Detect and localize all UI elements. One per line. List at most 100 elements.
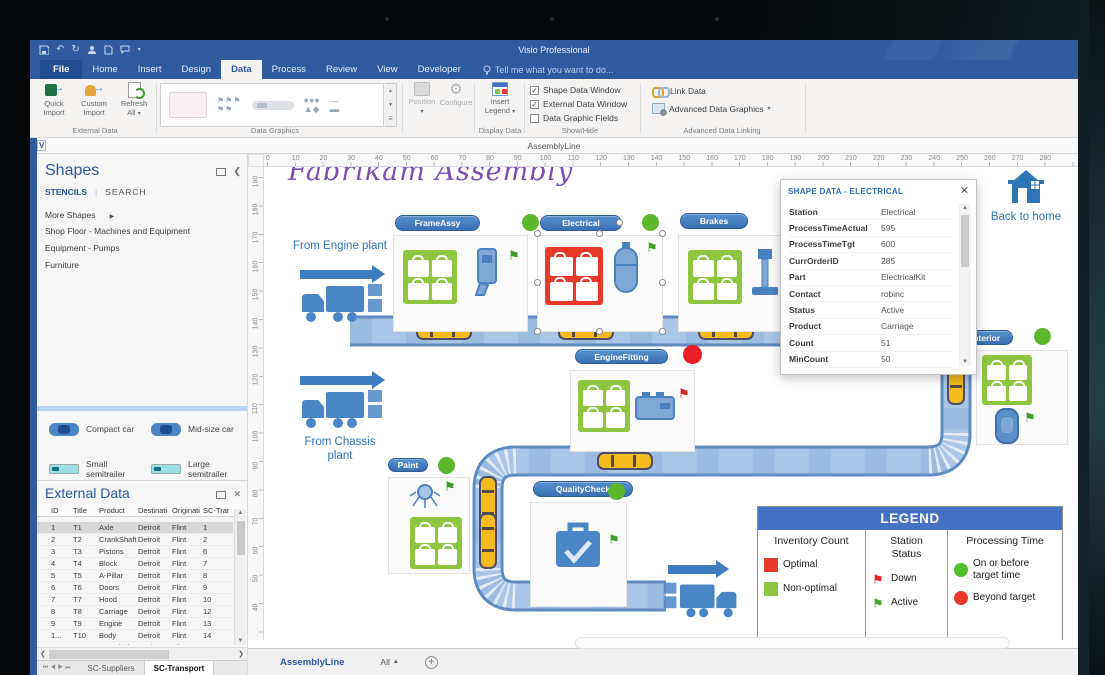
selection-handle[interactable] [534, 328, 541, 335]
electrical-flag-icon[interactable]: ⚑ [646, 241, 658, 254]
selection-handle[interactable] [534, 230, 541, 237]
page-tab-assemblyline[interactable]: AssemblyLine [280, 657, 344, 668]
shape-data-row[interactable]: Count 51 [789, 335, 952, 351]
paint-machine-icon[interactable] [410, 482, 440, 510]
checkbox[interactable] [530, 114, 539, 123]
station-brakes-label[interactable]: Brakes [680, 213, 748, 229]
inventory-enginefitting[interactable] [578, 380, 630, 432]
selection-handle[interactable] [534, 279, 541, 286]
shape-data-row[interactable]: MinCount 50 [789, 352, 952, 368]
inventory-interior[interactable] [982, 355, 1032, 405]
enginefitting-flag-icon[interactable]: ⚑ [678, 387, 690, 400]
dock-panel-icon[interactable] [216, 168, 226, 176]
close-panel-icon[interactable]: ✕ [233, 489, 241, 500]
dock-panel-icon[interactable] [216, 491, 226, 499]
sheet-tab[interactable]: SC-Transport [144, 661, 215, 675]
sheet-nav-buttons[interactable]: ⏮◀▶⏭ [37, 665, 79, 672]
tab-stencils[interactable]: STENCILS [45, 187, 87, 197]
inventory-frameassy[interactable] [403, 250, 457, 304]
selection-handle[interactable] [596, 328, 603, 335]
station-paint-label[interactable]: Paint [388, 458, 428, 472]
back-to-home-button[interactable]: Back to home [976, 167, 1076, 223]
chassis-truck-icon[interactable] [298, 386, 386, 432]
external-data-row[interactable]: 9 T9 Engine Detroit Flint 13 [37, 618, 233, 630]
engine-flow-arrow[interactable] [300, 270, 372, 279]
sheet-tab[interactable]: SC-Suppliers [79, 661, 144, 675]
external-data-row[interactable]: 1... T10 Body Detroit Flint 14 [37, 630, 233, 642]
column-header[interactable]: Destinati [138, 506, 172, 515]
data-graphic-style-bar[interactable] [252, 101, 294, 110]
add-page-icon[interactable]: + [425, 656, 438, 669]
ribbon-tab[interactable]: Review [316, 60, 367, 79]
status-dot-qualitycheck[interactable] [608, 483, 625, 500]
scroll-up-icon[interactable]: ▲ [235, 510, 246, 516]
conveyor-car[interactable] [479, 513, 497, 569]
data-graphics-gallery[interactable]: ⚑⚑⚑⚑⚑ ●●●▲◆ —▬ [160, 83, 384, 127]
shape-data-row[interactable]: Station Electrical [789, 204, 952, 220]
qualitycheck-briefcase-icon[interactable] [552, 519, 604, 571]
chassis-flow-arrow[interactable] [300, 376, 372, 385]
paint-flag-icon[interactable]: ⚑ [444, 480, 456, 493]
column-header[interactable]: Product [99, 506, 138, 515]
link-data-button[interactable]: Link Data [652, 86, 706, 96]
frameassy-machine-icon[interactable] [470, 247, 504, 299]
tell-me-box[interactable]: Tell me what you want to do... [471, 60, 614, 79]
selection-handle[interactable] [596, 230, 603, 237]
gallery-scroll-buttons[interactable]: ▲▼☰ [385, 83, 397, 127]
ribbon-tab[interactable]: Developer [408, 60, 471, 79]
stencil-entry[interactable]: Equipment - Pumps [37, 238, 247, 255]
column-header[interactable]: Title [73, 506, 99, 515]
tab-search[interactable]: SEARCH [105, 187, 146, 197]
shape-data-popup[interactable]: SHAPE DATA - ELECTRICAL ✕ Station Electr… [780, 179, 977, 375]
checkbox[interactable] [530, 86, 539, 95]
outbound-arrow[interactable] [668, 565, 716, 574]
selection-handle[interactable] [659, 279, 666, 286]
external-data-row[interactable]: 1... T11 Camshaft Market Flint 15 [37, 642, 233, 645]
station-enginefitting-label[interactable]: EngineFitting [575, 349, 668, 364]
external-data-row[interactable]: 6 T6 Doors Detroit Flint 9 [37, 582, 233, 594]
ribbon-tab[interactable]: Insert [128, 60, 172, 79]
scroll-down-icon[interactable]: ▼ [959, 359, 971, 365]
shape-data-scrollbar[interactable]: ▲ ▼ [959, 204, 971, 366]
data-graphic-style-blank[interactable] [169, 92, 207, 118]
legend-shape[interactable]: LEGEND Inventory Count Optimal Non-optim… [757, 506, 1063, 640]
external-data-row[interactable]: 2 T2 CrankShaft Detroit Flint 2 [37, 534, 233, 546]
shape-data-row[interactable]: Status Active [789, 302, 952, 318]
electrical-machine-icon[interactable] [608, 241, 644, 299]
page-filter-all[interactable]: All▲ [380, 657, 398, 667]
stencil-shape[interactable]: Mid-size car [143, 416, 245, 442]
inventory-electrical[interactable] [545, 247, 603, 305]
selected-stencil-highlight[interactable] [37, 406, 247, 411]
inventory-paint[interactable] [410, 517, 462, 569]
ribbon-tab[interactable]: File [40, 60, 82, 79]
engine-truck-icon[interactable] [298, 280, 386, 326]
ribbon-tab[interactable]: Home [82, 60, 127, 79]
ribbon-tab[interactable]: Process [262, 60, 316, 79]
scroll-up-icon[interactable]: ▲ [959, 205, 971, 211]
external-data-row[interactable]: 7 T7 Hood Detroit Flint 10 [37, 594, 233, 606]
status-dot-electrical[interactable] [642, 214, 659, 231]
scroll-down-icon[interactable]: ▼ [235, 638, 246, 644]
checkbox[interactable] [530, 100, 539, 109]
external-data-row[interactable]: 1 T1 Axle Detroit Flint 1 [37, 522, 233, 534]
qualitycheck-flag-icon[interactable]: ⚑ [608, 533, 620, 546]
data-graphic-style-lines[interactable]: —▬ [330, 97, 339, 113]
column-header[interactable]: ID [51, 506, 73, 515]
collapse-panel-icon[interactable]: ❮ [233, 166, 241, 177]
station-electrical-label[interactable]: Electrical [540, 215, 622, 231]
status-dot-enginefitting[interactable] [683, 345, 702, 364]
stencil-shape[interactable]: Small semitrailer [41, 456, 143, 480]
status-dot-frameassy[interactable] [522, 214, 539, 231]
external-data-row[interactable]: 3 T3 Pistons Detroit Flint 6 [37, 546, 233, 558]
ribbon-tab[interactable]: Data [221, 60, 262, 79]
scroll-left-icon[interactable]: ❮ [40, 650, 46, 658]
checkbox-row[interactable]: Data Graphic Fields [530, 111, 627, 125]
frameassy-flag-icon[interactable]: ⚑ [508, 249, 520, 262]
outbound-truck-icon[interactable] [660, 579, 740, 621]
quick-import-button[interactable]: Quick Import [36, 82, 72, 117]
close-icon[interactable]: ✕ [960, 186, 969, 196]
drawing-canvas[interactable]: Fabrikam Assembly From Engine plant [264, 167, 1078, 640]
column-header[interactable]: Originati [172, 506, 203, 515]
ribbon-tab[interactable]: Design [171, 60, 221, 79]
shape-data-row[interactable]: CurrOrderID 285 [789, 253, 952, 269]
